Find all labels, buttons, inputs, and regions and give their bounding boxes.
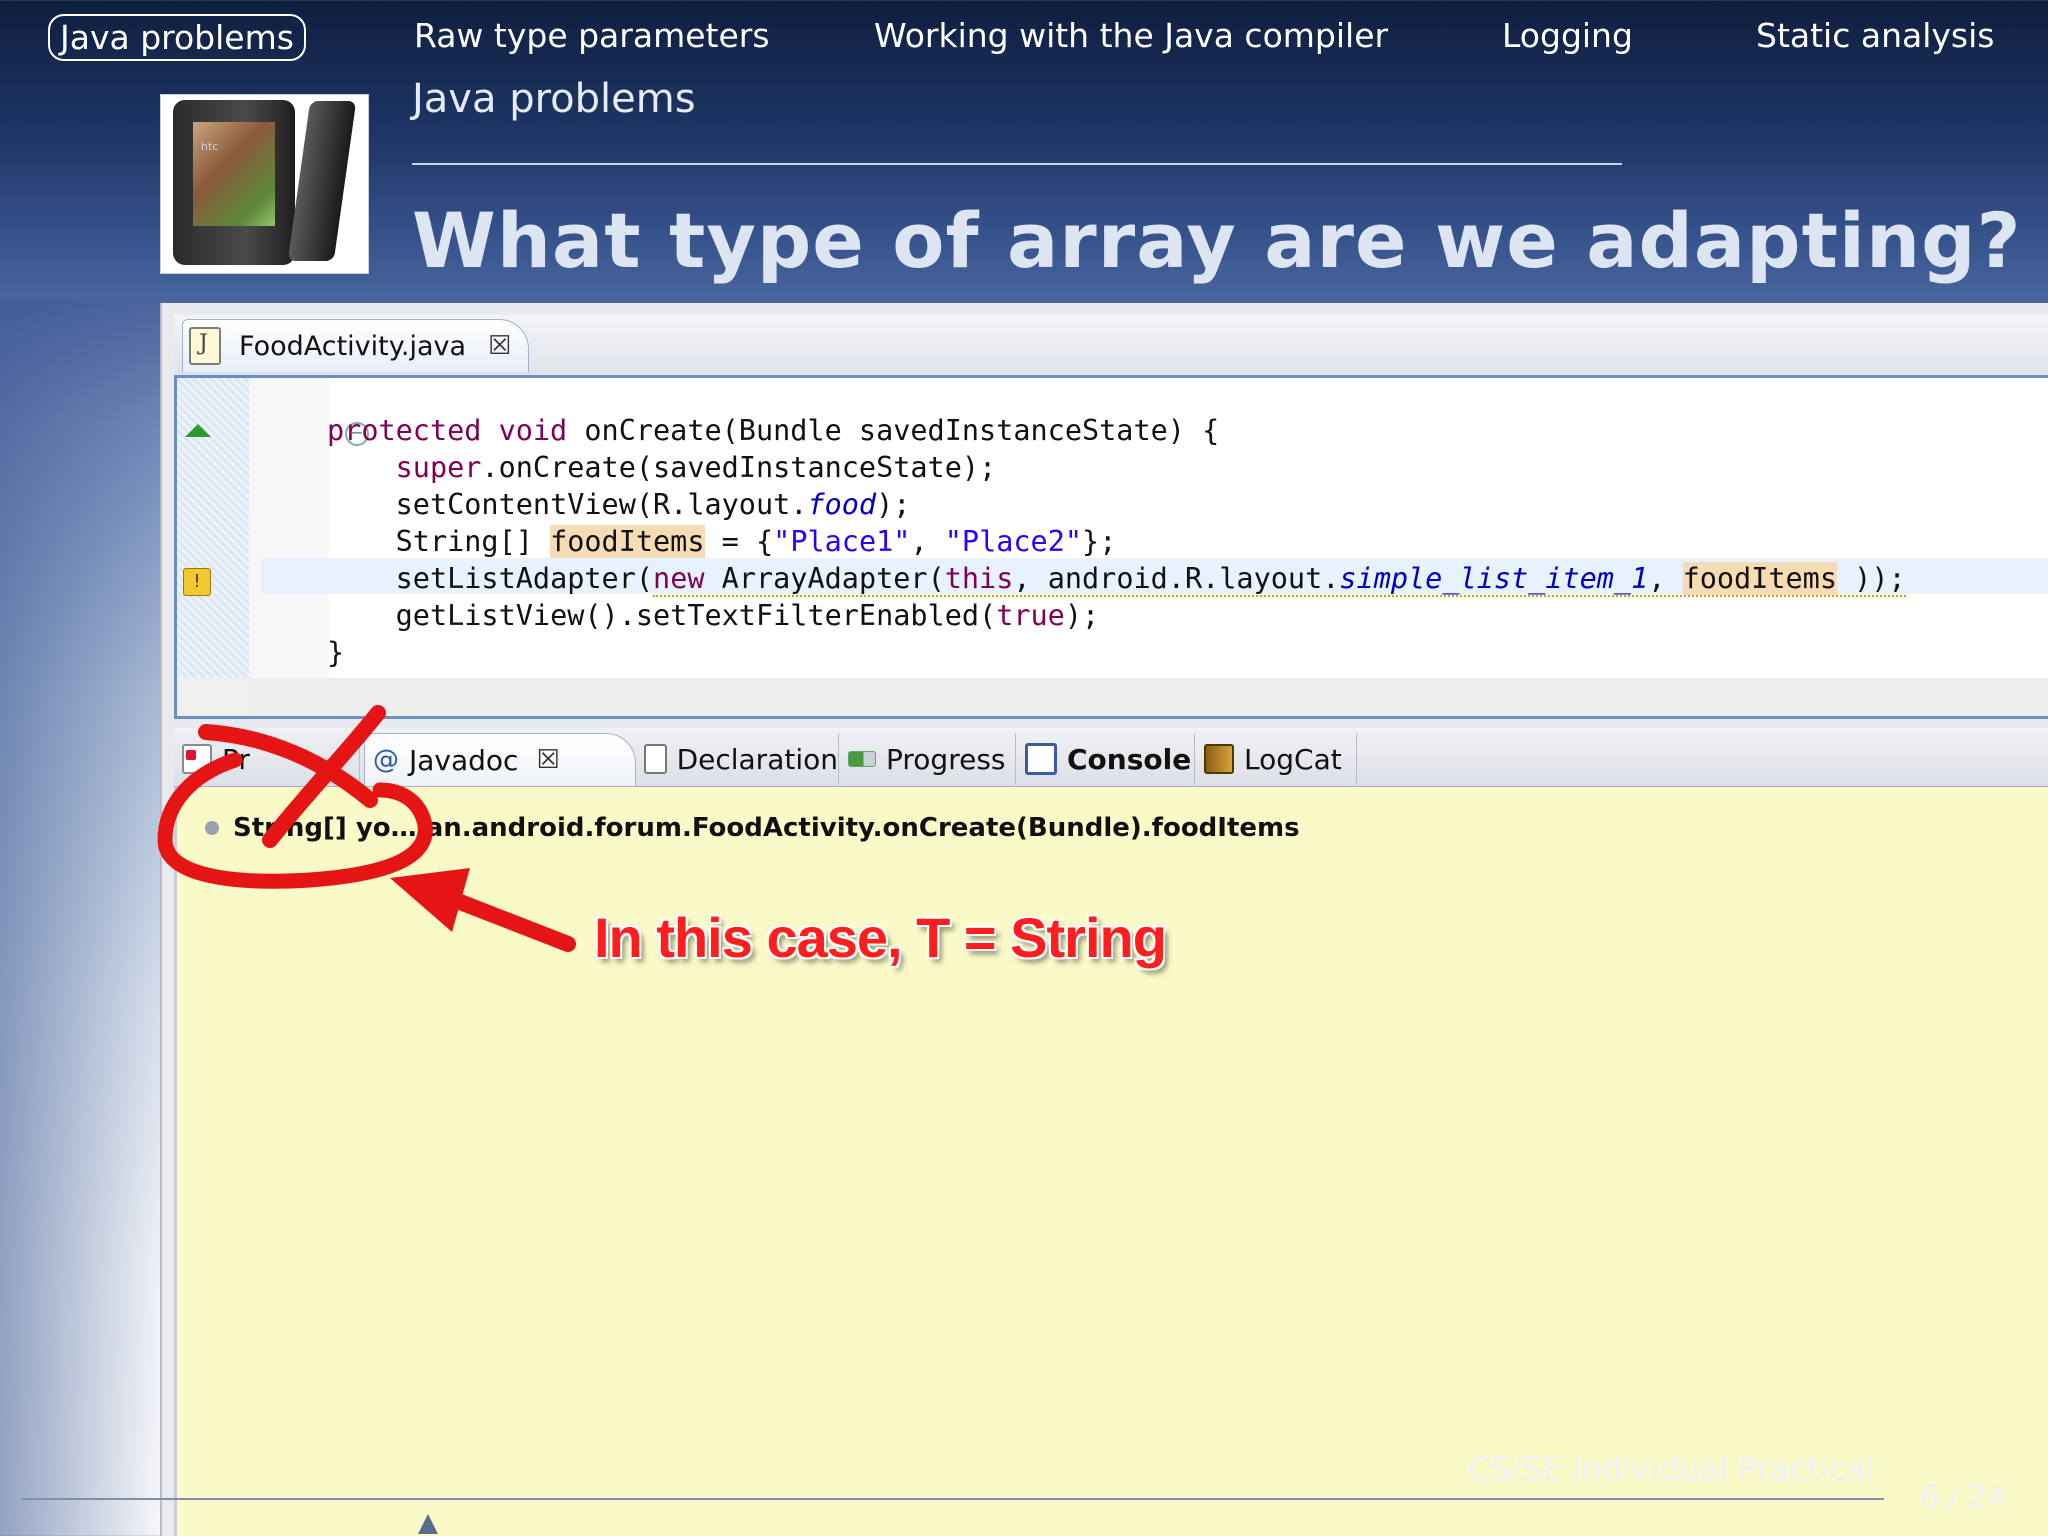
slide-title: What type of array are we adapting? [412,196,2022,285]
variable-highlight: foodItems [550,525,705,558]
nav-item-raw-type-parameters[interactable]: Raw type parameters [414,16,770,55]
nav-item-static-analysis[interactable]: Static analysis [1756,16,1994,55]
logcat-icon [1204,744,1234,774]
annotation-text: In this case, T = String [594,906,1167,969]
close-icon[interactable]: ☒ [536,745,559,775]
footer-page-number: 6 / 24 [1920,1480,2007,1515]
code-text: , [910,525,945,558]
override-arrow-icon [185,424,211,437]
phone-brand-text: htc [201,140,219,153]
close-icon[interactable]: ☒ [488,331,511,361]
code-text: ); [1064,599,1100,632]
code-text: = { [704,525,774,558]
code-text: ); [876,488,911,521]
progress-icon [848,751,876,767]
code-text: String[] [395,525,551,558]
ruler-footer [177,678,249,716]
code-editor[interactable]: ! − protected void onCreate(Bundle saved… [174,378,2048,719]
tab-label: Pr [222,742,250,776]
nav-item-java-compiler[interactable]: Working with the Java compiler [874,16,1388,55]
section-title: Java problems [412,76,696,122]
string-literal: "Place1" [773,525,911,558]
tab-label: Console [1067,742,1192,776]
string-literal: "Place2" [944,525,1083,558]
editor-gutter: − [249,378,369,678]
java-file-icon [189,327,221,365]
phone-screen [193,122,275,226]
phone-logo: htc [160,94,369,274]
code-text: }; [1082,525,1117,558]
title-divider [412,163,1622,165]
code-line: super.onCreate(savedInstanceState); [327,449,1906,486]
overview-ruler: ! [177,378,249,678]
footer-progress-line [22,1498,1884,1500]
phone-side-view [287,101,357,261]
warning-lightbulb-icon[interactable]: ! [183,568,211,596]
keyword: true [996,599,1065,632]
javadoc-panel: String[] yo… an.android.forum.FoodActivi… [174,787,2048,1536]
code-block[interactable]: protected void onCreate(Bundle savedInst… [327,412,1906,671]
nav-item-java-problems[interactable]: Java problems [48,14,306,61]
code-text: getListView().setTextFilterEnabled( [395,599,997,632]
code-text: setListAdapter( [395,562,654,595]
field-ref: food [807,488,877,521]
nav-item-logging[interactable]: Logging [1502,16,1633,55]
at-icon: @ [373,745,399,775]
code-line: setContentView(R.layout.food); [327,486,1906,523]
editor-bottom-strip [249,678,2048,716]
code-text: )); [1837,562,1906,595]
phone-body: htc [173,100,295,265]
console-icon [1025,743,1057,775]
tab-label: LogCat [1244,742,1342,776]
tab-declaration[interactable]: Declaration [636,733,839,785]
tab-progress[interactable]: Progress [840,733,1016,785]
tab-label: Javadoc [409,743,519,777]
code-text: setContentView(R.layout. [395,488,808,521]
tab-label: Progress [886,742,1006,776]
footer-title: CS/SE Individual Practical [1468,1450,1875,1488]
tab-logcat[interactable]: LogCat [1196,733,1357,785]
tab-javadoc[interactable]: @ Javadoc ☒ [364,733,636,786]
declaration-icon [644,744,667,774]
variable-highlight: foodItems [1682,562,1838,595]
keyword: this [944,562,1014,595]
code-text: ArrayAdapter( [704,562,945,595]
code-text: onCreate(Bundle savedInstanceState) { [567,414,1220,447]
code-text: , [1648,562,1683,595]
code-text: , android.R.layout. [1013,562,1340,595]
tab-label: Declaration [676,742,838,776]
keyword: protected void [327,414,568,447]
javadoc-signature: String[] yo… an.android.forum.FoodActivi… [233,813,1300,843]
tab-console[interactable]: Console [1017,733,1195,785]
code-line: protected void onCreate(Bundle savedInst… [327,412,1906,449]
field-ref: simple_list_item_1 [1339,562,1649,595]
keyword: new [653,562,705,595]
code-line: String[] foodItems = {"Place1", "Place2"… [327,523,1906,560]
problems-icon [182,744,212,774]
footer-position-marker [418,1514,438,1534]
code-text: } [327,636,345,669]
keyword: super [395,451,482,484]
code-text: .onCreate(savedInstanceState); [481,451,997,484]
code-line: getListView().setTextFilterEnabled(true)… [327,597,1906,634]
editor-tab-bar: FoodActivity.java ☒ [174,315,2048,378]
top-navigation: Java problems Raw type parameters Workin… [0,0,2048,78]
views-tab-bar: Pr @ Javadoc ☒ Declaration Progress Cons… [174,728,2048,787]
code-line: setListAdapter(new ArrayAdapter(this, an… [327,560,1906,597]
editor-tab-label: FoodActivity.java [239,330,467,362]
editor-tab-foodactivity[interactable]: FoodActivity.java ☒ [182,319,529,372]
background-fade [0,300,175,1536]
code-line: } [327,634,1906,671]
field-icon [205,821,219,835]
tab-problems[interactable]: Pr [174,733,360,785]
